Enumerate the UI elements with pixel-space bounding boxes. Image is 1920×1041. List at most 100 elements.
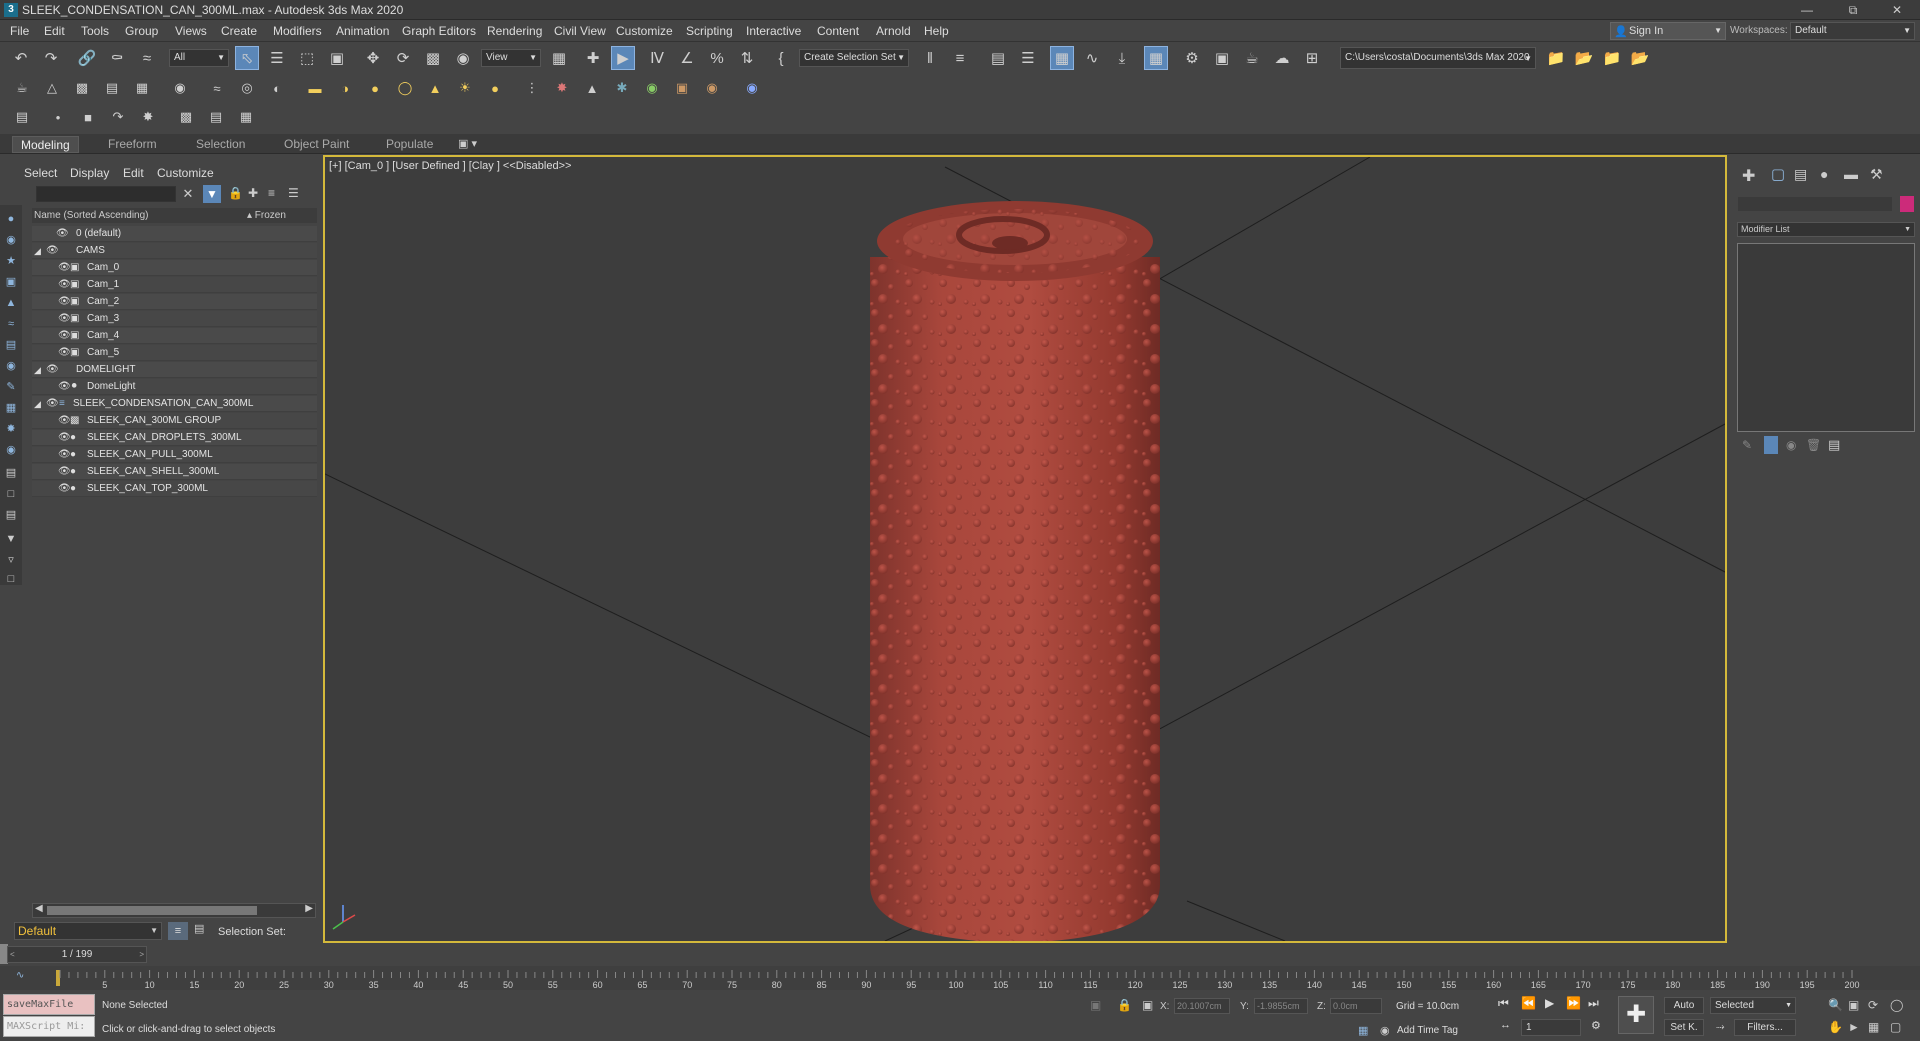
selection-set-icon[interactable]: ▤: [194, 922, 204, 935]
license-icon[interactable]: ▦: [130, 76, 154, 100]
tab-modeling[interactable]: Modeling: [12, 136, 79, 153]
y-coordinate-field[interactable]: -1.9855cm: [1254, 998, 1308, 1014]
collapse-icon[interactable]: ◢: [34, 362, 41, 378]
display-cameras-icon[interactable]: ▣: [3, 274, 19, 290]
render-shot-icon[interactable]: ⊞: [1300, 46, 1324, 70]
z-coordinate-field[interactable]: 0.0cm: [1330, 998, 1382, 1014]
display-none-icon[interactable]: □: [3, 486, 19, 502]
list-item[interactable]: 👁 ▣ Cam_5: [32, 345, 317, 361]
explorer-menu-display[interactable]: Display: [70, 166, 109, 180]
volume-icon[interactable]: ⋮: [520, 76, 544, 100]
scroll-right-icon[interactable]: ▶: [305, 903, 313, 914]
key-filter-dropdown[interactable]: Selected ▼: [1710, 997, 1796, 1014]
add-to-layer-icon[interactable]: ■: [76, 105, 100, 129]
point-light-icon[interactable]: ●: [363, 76, 387, 100]
explorer-menu-select[interactable]: Select: [24, 166, 57, 180]
skydome-light-icon[interactable]: ●: [483, 76, 507, 100]
folder-settings-icon[interactable]: 📁: [1600, 46, 1624, 70]
menu-tools[interactable]: Tools: [81, 24, 109, 38]
aovs-icon[interactable]: ◎: [235, 76, 259, 100]
operator-icon[interactable]: ◉: [640, 76, 664, 100]
explorer-horizontal-scrollbar[interactable]: ◀ ▶: [32, 903, 316, 918]
object-name-field[interactable]: [1737, 196, 1893, 212]
adaptive-degradation-icon[interactable]: ▦: [1358, 1024, 1368, 1037]
menu-animation[interactable]: Animation: [336, 24, 389, 38]
menu-edit[interactable]: Edit: [44, 24, 65, 38]
x-coordinate-field[interactable]: 20.1007cm: [1174, 998, 1230, 1014]
go-to-end-icon[interactable]: ⏭: [1588, 996, 1599, 1011]
scale-icon[interactable]: ▩: [421, 46, 445, 70]
eye-icon[interactable]: 👁: [58, 464, 71, 480]
menu-rendering[interactable]: Rendering: [487, 24, 542, 38]
display-panel-icon[interactable]: ▬: [1844, 166, 1858, 182]
eye-icon[interactable]: 👁: [46, 243, 59, 259]
sign-in-dropdown[interactable]: 👤 Sign In ▼: [1610, 22, 1726, 40]
render-setup-icon[interactable]: ⚙: [1180, 46, 1204, 70]
unlink-icon[interactable]: ⚰: [105, 46, 129, 70]
motion-panel-icon[interactable]: ●: [1820, 166, 1828, 182]
utilities-panel-icon[interactable]: ⚒: [1870, 166, 1883, 183]
select-object-icon[interactable]: ⬁: [235, 46, 259, 70]
menu-help[interactable]: Help: [924, 24, 949, 38]
eye-icon[interactable]: 👁: [46, 362, 59, 378]
previous-frame-icon[interactable]: <: [10, 947, 15, 962]
eye-icon[interactable]: 👁: [58, 328, 71, 344]
menu-interactive[interactable]: Interactive: [746, 24, 801, 38]
eye-icon[interactable]: 👁: [46, 396, 59, 412]
camera-icon[interactable]: ▣: [670, 76, 694, 100]
tab-freeform[interactable]: Freeform: [100, 136, 165, 153]
new-layer-icon[interactable]: ✚: [248, 186, 258, 200]
list-item[interactable]: 👁 ▣ Cam_4: [32, 328, 317, 344]
display-geometry-icon[interactable]: ●: [3, 211, 19, 227]
key-mode-icon[interactable]: ⤑: [1716, 1021, 1725, 1034]
track-bar[interactable]: ∿ 5 10 15 20 25 30 35 40 45 50 55 60 65 70 75 80 85 90 95 1…: [0, 966, 1920, 990]
filters-button[interactable]: Filters...: [1734, 1019, 1796, 1036]
set-key-icon[interactable]: ✚: [1618, 996, 1654, 1034]
scroll-left-icon[interactable]: ◀: [35, 903, 43, 914]
list-item[interactable]: 👁 ▣ Cam_1: [32, 277, 317, 293]
add-time-tag[interactable]: Add Time Tag: [1397, 1025, 1458, 1036]
ipr-icon[interactable]: ▩: [70, 76, 94, 100]
log-icon[interactable]: ▤: [100, 76, 124, 100]
list-item[interactable]: 👁 ▩ SLEEK_CAN_300ML GROUP: [32, 413, 317, 429]
list-item[interactable]: 👁 ▣ Cam_2: [32, 294, 317, 310]
maximize-viewport-icon[interactable]: ▢: [1890, 1020, 1901, 1034]
rotate-icon[interactable]: ⟳: [391, 46, 415, 70]
filter-settings-icon[interactable]: ▼: [3, 531, 19, 547]
align-icon[interactable]: ≡: [948, 46, 972, 70]
shaders-icon[interactable]: ≈: [205, 76, 229, 100]
menu-create[interactable]: Create: [221, 24, 257, 38]
selection-lock-icon[interactable]: 🔒: [1117, 998, 1132, 1012]
list-item[interactable]: ◢ 👁 CAMS: [32, 243, 317, 259]
link-icon[interactable]: 🔗: [75, 46, 99, 70]
next-frame-icon[interactable]: >: [139, 947, 144, 962]
redo-icon[interactable]: ↷: [39, 46, 63, 70]
filter-toggle-icon[interactable]: ▼: [203, 185, 221, 203]
render-icon[interactable]: ☕: [10, 76, 34, 100]
explorer-menu-customize[interactable]: Customize: [157, 166, 214, 180]
set-key-button[interactable]: Set K.: [1664, 1019, 1704, 1036]
viewport[interactable]: [+] [Cam_0 ] [User Defined ] [Clay ] <<D…: [323, 155, 1727, 943]
rendered-frame-window-icon[interactable]: ▣: [1210, 46, 1234, 70]
current-frame-field[interactable]: 1: [1521, 1019, 1581, 1036]
isolate-icon[interactable]: ▩: [174, 105, 198, 129]
clear-search-icon[interactable]: ✕: [180, 186, 196, 202]
project-folder-dropdown[interactable]: C:\Users\costa\Documents\3ds Max 2020 ▼: [1340, 47, 1536, 69]
bind-space-warp-icon[interactable]: ≈: [135, 46, 159, 70]
collapse-icon[interactable]: ◢: [34, 243, 41, 259]
set-current-layer-icon[interactable]: ✸: [136, 105, 160, 129]
select-in-layer-icon[interactable]: ↷: [106, 105, 130, 129]
curve-editor-icon[interactable]: ∿: [1080, 46, 1104, 70]
toggle-layer-explorer-icon[interactable]: ☰: [1016, 46, 1040, 70]
spinner-snap-icon[interactable]: ⇅: [735, 46, 759, 70]
auto-key-button[interactable]: Auto: [1664, 997, 1704, 1014]
undo-icon[interactable]: ↶: [9, 46, 33, 70]
remove-modifier-icon[interactable]: 🗑: [1806, 438, 1821, 452]
list-item[interactable]: 👁 0 (default): [32, 226, 317, 242]
ribbon-options-icon[interactable]: ▣ ▾: [458, 137, 477, 150]
mini-curve-editor-icon[interactable]: ∿: [16, 970, 24, 981]
eye-icon[interactable]: 👁: [58, 447, 71, 463]
photometric-light-icon[interactable]: ◯: [393, 76, 417, 100]
pin-stack-icon[interactable]: ✎: [1742, 438, 1752, 452]
list-item[interactable]: 👁 ● SLEEK_CAN_PULL_300ML: [32, 447, 317, 463]
